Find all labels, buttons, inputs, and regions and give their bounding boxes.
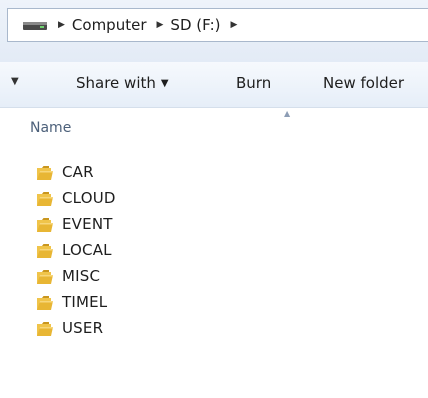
drive-icon <box>22 18 48 32</box>
share-with-label: Share with <box>76 74 156 92</box>
file-list-item[interactable]: CLOUD <box>0 186 428 212</box>
file-list-item[interactable]: LOCAL <box>0 238 428 264</box>
burn-button[interactable]: Burn <box>236 74 271 92</box>
file-name: TIMEL <box>62 293 108 311</box>
file-name: CLOUD <box>62 189 116 207</box>
command-bar: ▼ Share with ▼ Burn New folder <box>0 62 428 108</box>
file-name: EVENT <box>62 215 113 233</box>
sort-ascending-icon: ▲ <box>284 109 291 118</box>
address-bar[interactable]: ▶ Computer ▶ SD (F:) ▶ <box>7 8 428 42</box>
file-name: LOCAL <box>62 241 112 259</box>
folder-icon <box>36 243 54 259</box>
folder-icon <box>36 165 54 181</box>
file-list-item[interactable]: TIMEL <box>0 290 428 316</box>
folder-icon <box>36 295 54 311</box>
file-name: USER <box>62 319 104 337</box>
breadcrumb-arrow-icon[interactable]: ▶ <box>58 20 65 30</box>
share-with-button[interactable]: Share with ▼ <box>76 74 169 92</box>
explorer-window: ▶ Computer ▶ SD (F:) ▶ ▼ Share with ▼ Bur… <box>0 0 428 398</box>
chevron-down-icon: ▼ <box>160 78 169 89</box>
breadcrumb-computer[interactable]: Computer <box>72 16 147 34</box>
folder-icon <box>36 269 54 285</box>
organize-dropdown-arrow-icon[interactable]: ▼ <box>11 76 19 87</box>
folder-icon <box>36 217 54 233</box>
folder-icon <box>36 321 54 337</box>
breadcrumb-arrow-icon[interactable]: ▶ <box>230 20 237 30</box>
file-name: MISC <box>62 267 101 285</box>
column-header: Name ▲ <box>0 108 428 154</box>
file-list-item[interactable]: MISC <box>0 264 428 290</box>
file-name: CAR <box>62 163 94 181</box>
breadcrumb-arrow-icon[interactable]: ▶ <box>157 20 164 30</box>
breadcrumb-sd-drive[interactable]: SD (F:) <box>170 16 220 34</box>
new-folder-button[interactable]: New folder <box>323 74 404 92</box>
folder-icon <box>36 191 54 207</box>
file-list-item[interactable]: EVENT <box>0 212 428 238</box>
file-list: CAR CLOUD EVENT LOCAL MISC TIMEL USER <box>0 160 428 342</box>
address-area: ▶ Computer ▶ SD (F:) ▶ <box>0 0 428 62</box>
file-list-item[interactable]: USER <box>0 316 428 342</box>
name-column-header[interactable]: Name <box>30 120 71 136</box>
file-list-item[interactable]: CAR <box>0 160 428 186</box>
